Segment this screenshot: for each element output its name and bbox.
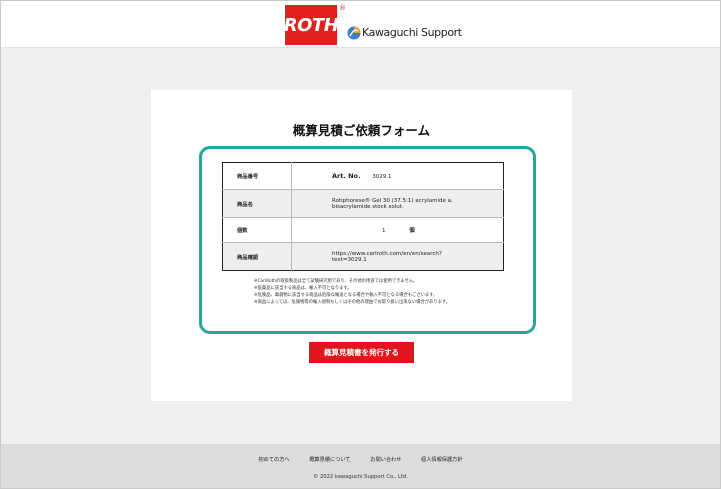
footer-nav: 初めての方へ 概算見積について お問い合わせ 個人情報保護方針: [1, 456, 720, 463]
footer-link-first-time[interactable]: 初めての方へ: [258, 457, 289, 463]
note-line: ※医薬品に該当する商品は、輸入不可となります。: [254, 286, 352, 291]
footer-link-contact[interactable]: お問い合わせ: [370, 457, 401, 463]
quantity-unit: 個: [409, 228, 415, 234]
browser-viewport: ROTH ® Kawaguchi Support 概算見積ご依頼フォーム 商品番…: [0, 0, 721, 489]
kawaguchi-logo-icon: [347, 26, 361, 40]
site-footer: 初めての方へ 概算見積について お問い合わせ 個人情報保護方針 © 2022 k…: [1, 444, 720, 488]
main-card: 概算見積ご依頼フォーム 商品番号 Art. No. 3029.1 商品名 Rot…: [151, 90, 572, 401]
issue-quote-button[interactable]: 概算見積書を発行する: [309, 342, 414, 363]
row-label: 個数: [222, 217, 292, 243]
registered-mark: ®: [339, 4, 346, 12]
quote-form: 商品番号 Art. No. 3029.1 商品名 Rotiphorese® Ge…: [199, 146, 536, 334]
site-header: ROTH ® Kawaguchi Support: [1, 1, 720, 48]
notes-block: ※CarlRothの取扱製品は全て試験研究用であり、その他の用途では使用できませ…: [254, 278, 524, 306]
table-row: 個数 1 個: [222, 217, 504, 243]
partner-name[interactable]: Kawaguchi Support: [362, 26, 462, 40]
quantity-cell: 1 個: [292, 218, 504, 243]
footer-link-about-quote[interactable]: 概算見積について: [309, 457, 350, 463]
note-line: ※危険品、毒劇物に該当する商品は危険な輸送となる場合や輸入不可となる場合もござい…: [254, 293, 438, 298]
article-number-value: 3029.1: [372, 174, 392, 180]
row-label: 商品名: [222, 189, 292, 218]
article-number-prefix: Art. No.: [332, 172, 361, 180]
roth-logo[interactable]: ROTH: [283, 5, 339, 45]
table-row: 商品確認 https://www.carlroth.com/en/en/sear…: [222, 242, 504, 271]
row-label: 商品確認: [222, 242, 292, 271]
product-url-cell[interactable]: https://www.carlroth.com/en/en/search? t…: [292, 243, 504, 271]
footer-link-privacy[interactable]: 個人情報保護方針: [421, 457, 463, 463]
product-url-line2: text=3029.1: [332, 256, 367, 263]
note-line: ※商品によっては、危険物等の輸入規制もしくはその他の理由でお取り扱い出来ない場合…: [254, 300, 451, 305]
article-number-cell: Art. No. 3029.1: [292, 163, 504, 190]
product-name-line2: bisacrylamide stock solut.: [332, 203, 404, 210]
roth-logo-text: ROTH: [283, 14, 339, 36]
row-label: 商品番号: [222, 162, 292, 190]
page-title: 概算見積ご依頼フォーム: [292, 123, 431, 138]
note-line: ※CarlRothの取扱製品は全て試験研究用であり、その他の用途では使用できませ…: [254, 279, 418, 284]
table-row: 商品番号 Art. No. 3029.1: [222, 162, 504, 190]
product-name-cell: Rotiphorese® Gel 30 (37.5:1) acrylamide …: [292, 190, 504, 218]
quantity-value: 1: [382, 228, 386, 234]
table-row: 商品名 Rotiphorese® Gel 30 (37.5:1) acrylam…: [222, 189, 504, 218]
product-spec-table: 商品番号 Art. No. 3029.1 商品名 Rotiphorese® Ge…: [222, 162, 504, 271]
copyright: © 2022 kawaguchi Support Co., Ltd.: [313, 474, 408, 480]
